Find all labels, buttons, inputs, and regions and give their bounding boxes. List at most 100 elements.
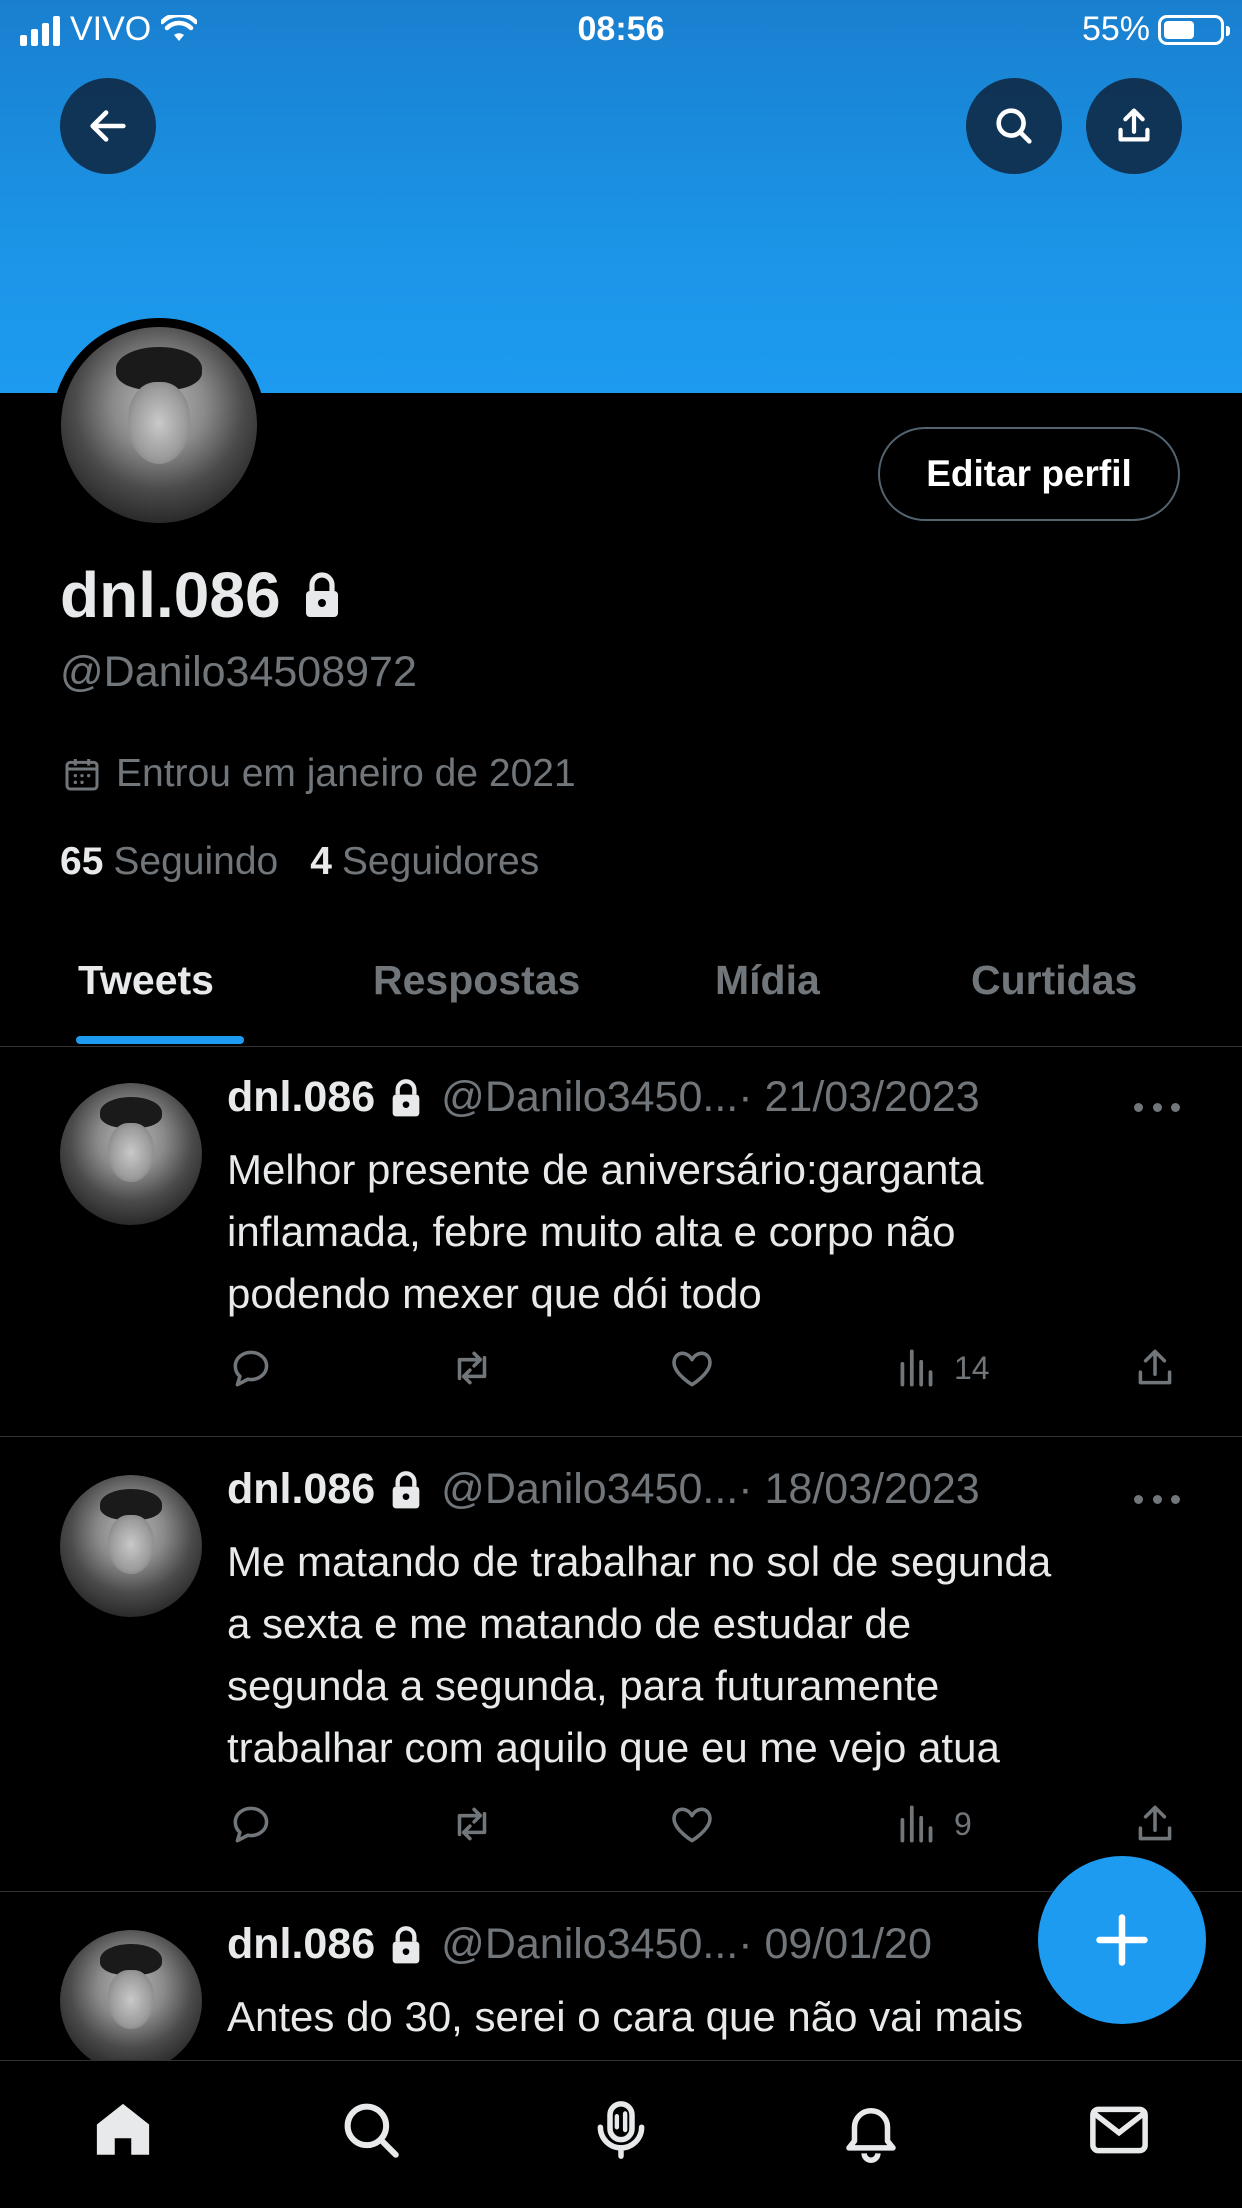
search-button[interactable] xyxy=(966,78,1062,174)
followers-count: 4 xyxy=(310,840,332,883)
status-bar: VIVO 08:56 55% xyxy=(0,0,1242,62)
tweet-actions: 9 xyxy=(227,1799,1182,1855)
share-button[interactable] xyxy=(1086,78,1182,174)
views-icon xyxy=(900,1805,933,1843)
views-button[interactable]: 9 xyxy=(892,1799,972,1849)
profile-tabs: Tweets Respostas Mídia Curtidas xyxy=(0,935,1242,1047)
heart-icon xyxy=(672,1807,712,1843)
reply-icon xyxy=(233,1350,269,1387)
retweet-icon xyxy=(457,1351,487,1385)
search-icon xyxy=(996,108,1032,144)
nav-search[interactable] xyxy=(336,2095,406,2165)
tweet-text: Me matando de trabalhar no sol de segund… xyxy=(227,1531,1187,1779)
tweet[interactable]: dnl.086 @Danilo3450... · 18/03/2023 Me m… xyxy=(0,1437,1242,1892)
retweet-icon xyxy=(457,1807,487,1841)
tweet-date: · 09/01/20 xyxy=(738,1920,932,1968)
tweet-text: Melhor presente de aniversário:garganta … xyxy=(227,1139,1187,1325)
nav-notifications[interactable] xyxy=(836,2095,906,2165)
compose-tweet-button[interactable] xyxy=(1038,1856,1206,2024)
calendar-icon xyxy=(65,759,99,791)
profile-handle: @Danilo34508972 xyxy=(60,648,417,696)
follow-stats: 65 Seguindo 4 Seguidores xyxy=(60,840,539,884)
tweet-header: dnl.086 @Danilo3450... · 09/01/20 xyxy=(227,1920,932,1969)
tweet-line: Antes do 30, serei o cara que não vai ma… xyxy=(227,1993,1024,2040)
battery-percent: 55% xyxy=(1081,10,1150,48)
arrow-left-icon xyxy=(90,110,126,142)
tweet-avatar[interactable] xyxy=(60,1930,202,2060)
views-count: 14 xyxy=(954,1349,990,1386)
back-button[interactable] xyxy=(60,78,156,174)
like-button[interactable] xyxy=(667,1799,717,1849)
views-count: 9 xyxy=(954,1805,972,1842)
tweet-line: trabalhar com aquilo que eu me vejo atua xyxy=(227,1724,1000,1771)
clock: 08:56 xyxy=(577,10,665,48)
tab-respostas[interactable]: Respostas xyxy=(373,957,580,1004)
lock-icon xyxy=(389,1078,423,1118)
edit-profile-button[interactable]: Editar perfil xyxy=(878,427,1180,521)
retweet-button[interactable] xyxy=(447,1799,497,1849)
tweet-header: dnl.086 @Danilo3450... · 21/03/2023 xyxy=(227,1073,980,1122)
tweet-handle: @Danilo3450... xyxy=(441,1920,739,1968)
tweet-date: · 21/03/2023 xyxy=(738,1073,980,1121)
lock-icon xyxy=(389,1470,423,1510)
share-icon xyxy=(1138,1805,1172,1841)
like-button[interactable] xyxy=(667,1343,717,1393)
followers-link[interactable]: 4 Seguidores xyxy=(310,840,539,884)
tweet-line: Me matando de trabalhar no sol de segund… xyxy=(227,1538,1052,1585)
tweet-author-name: dnl.086 xyxy=(227,1465,376,1513)
reply-icon xyxy=(233,1806,269,1843)
tweet-header: dnl.086 @Danilo3450... · 18/03/2023 xyxy=(227,1465,980,1514)
nav-spaces[interactable] xyxy=(586,2095,656,2165)
share-icon xyxy=(1118,108,1150,142)
tweet-avatar[interactable] xyxy=(60,1083,202,1225)
battery-icon xyxy=(1158,14,1230,45)
lock-icon xyxy=(305,572,338,617)
tab-curtidas[interactable]: Curtidas xyxy=(971,957,1137,1004)
tweet-line: inflamada, febre muito alta e corpo não xyxy=(227,1208,956,1255)
reply-button[interactable] xyxy=(227,1799,277,1849)
nav-home[interactable] xyxy=(88,2095,158,2165)
plus-icon xyxy=(1096,1914,1148,1966)
tweet-author-name: dnl.086 xyxy=(227,1920,376,1968)
bell-icon xyxy=(846,2108,896,2163)
retweet-button[interactable] xyxy=(447,1343,497,1393)
joined-text: Entrou em janeiro de 2021 xyxy=(116,752,576,795)
more-icon[interactable] xyxy=(1134,1495,1180,1504)
tweet-line: Melhor presente de aniversário:garganta xyxy=(227,1146,984,1193)
more-icon[interactable] xyxy=(1134,1103,1180,1112)
share-tweet-button[interactable] xyxy=(1130,1343,1180,1393)
views-button[interactable]: 14 xyxy=(892,1343,990,1393)
tweet-line: segunda a segunda, para futuramente xyxy=(227,1662,940,1709)
following-link[interactable]: 65 Seguindo xyxy=(60,840,278,884)
tab-midia[interactable]: Mídia xyxy=(715,957,820,1004)
tweet[interactable]: dnl.086 @Danilo3450... · 21/03/2023 Melh… xyxy=(0,1047,1242,1437)
tab-tweets[interactable]: Tweets xyxy=(78,957,214,1004)
home-icon xyxy=(96,2103,150,2155)
tweet-line: a sexta e me matando de estudar de xyxy=(227,1600,912,1647)
bottom-nav xyxy=(0,2060,1242,2208)
tweet-date: · 18/03/2023 xyxy=(738,1465,980,1513)
tweet-actions: 14 xyxy=(227,1343,1182,1399)
tweet-avatar[interactable] xyxy=(60,1475,202,1617)
search-icon xyxy=(344,2103,399,2158)
display-name-text: dnl.086 xyxy=(60,559,281,631)
joined-date: Entrou em janeiro de 2021 xyxy=(62,752,576,796)
followers-label: Seguidores xyxy=(341,840,540,883)
mail-icon xyxy=(1090,2106,1148,2154)
lock-icon xyxy=(389,1925,423,1965)
tweet-handle: @Danilo3450... xyxy=(441,1073,739,1121)
tweet-line: podendo mexer que dói todo xyxy=(227,1270,762,1317)
spaces-icon xyxy=(597,2101,645,2159)
following-count: 65 xyxy=(60,840,104,883)
nav-messages[interactable] xyxy=(1084,2095,1154,2165)
reply-button[interactable] xyxy=(227,1343,277,1393)
profile-avatar[interactable] xyxy=(52,318,266,532)
share-icon xyxy=(1138,1349,1172,1385)
tweet-handle: @Danilo3450... xyxy=(441,1465,739,1513)
heart-icon xyxy=(672,1351,712,1387)
views-icon xyxy=(900,1349,933,1387)
tweet-text: Antes do 30, serei o cara que não vai ma… xyxy=(227,1986,1187,2048)
tweet-author-name: dnl.086 xyxy=(227,1073,376,1121)
share-tweet-button[interactable] xyxy=(1130,1799,1180,1849)
following-label: Seguindo xyxy=(113,840,279,883)
